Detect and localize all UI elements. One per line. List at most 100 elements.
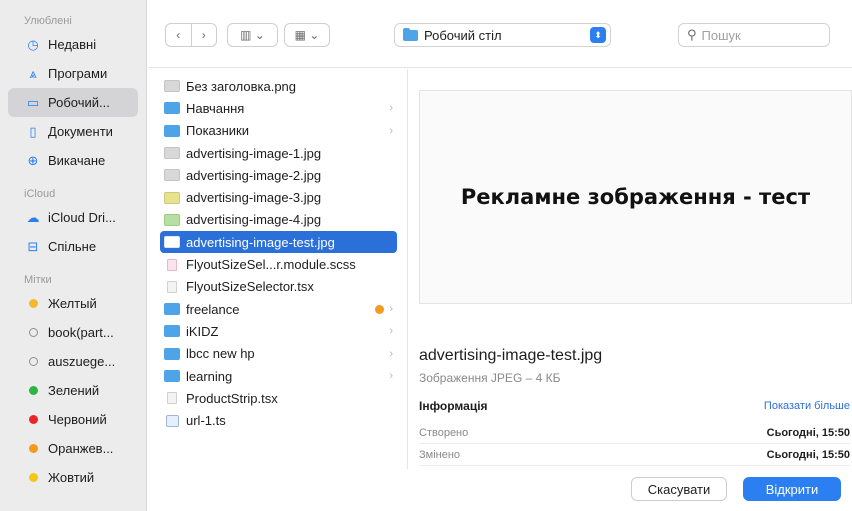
- group-by-button[interactable]: ▦ ⌄: [284, 23, 330, 47]
- info-row: Змінено Сьогодні, 15:50: [419, 444, 850, 466]
- preview-file-name: advertising-image-test.jpg: [419, 347, 603, 364]
- search-input[interactable]: ⚲ Пошук: [678, 23, 830, 47]
- view-mode-button[interactable]: ▥ ⌄: [227, 23, 278, 47]
- code-file-icon: [167, 280, 177, 293]
- chevron-right-icon: ›: [389, 102, 393, 115]
- info-value: Сьогодні, 15:50: [766, 426, 850, 439]
- file-row[interactable]: advertising-image-2.jpg: [160, 164, 397, 186]
- file-row[interactable]: advertising-image-1.jpg: [160, 142, 397, 164]
- file-row[interactable]: advertising-image-4.jpg: [160, 209, 397, 231]
- show-more-link[interactable]: Показати більше: [764, 400, 850, 412]
- location-label: Робочий стіл: [424, 27, 502, 43]
- image-file-icon: [164, 236, 180, 249]
- file-row[interactable]: learning ›: [160, 365, 397, 387]
- file-name: advertising-image-test.jpg: [186, 234, 335, 250]
- clock-icon: ◷: [27, 36, 39, 52]
- file-name: lbcc new hp: [186, 346, 255, 362]
- sidebar-item[interactable]: ▭ Робочий...: [8, 88, 138, 117]
- code-file-icon: [166, 414, 179, 427]
- preview-image-text: Рекламне зображення - тест: [460, 185, 811, 209]
- file-row[interactable]: ProductStrip.tsx: [160, 387, 397, 409]
- forward-button[interactable]: ›: [192, 24, 217, 46]
- chevron-right-icon: ›: [389, 325, 393, 338]
- file-row[interactable]: Навчання ›: [160, 97, 397, 119]
- file-row[interactable]: url-1.ts: [160, 409, 397, 431]
- tag-color-dot-icon: [24, 473, 42, 482]
- file-row[interactable]: advertising-image-test.jpg: [160, 231, 397, 254]
- navigation-buttons: ‹ ›: [165, 23, 217, 47]
- tag-color-dot-icon: [24, 299, 42, 308]
- file-row[interactable]: FlyoutSizeSel...r.module.scss: [160, 253, 397, 275]
- code-file-icon: [167, 258, 177, 271]
- folder-icon: [403, 27, 418, 41]
- dropdown-stepper-icon: ⬍: [590, 27, 606, 43]
- preview-file-kind: Зображення JPEG – 4 КБ: [419, 371, 561, 385]
- info-label: Створено: [419, 426, 469, 439]
- image-file-icon: [164, 213, 180, 226]
- favorites-section-title: Улюблені: [24, 15, 72, 27]
- file-list: Без заголовка.png Навчання › Показники › adve…: [148, 69, 408, 469]
- file-name: freelance: [186, 301, 240, 317]
- sidebar-tag-label: Оранжев...: [48, 441, 114, 456]
- image-file-icon: [164, 147, 180, 160]
- shared-folder-icon: ⊟: [27, 238, 39, 254]
- file-row[interactable]: lbcc new hp ›: [160, 343, 397, 365]
- sidebar-tag-item[interactable]: Червоний: [8, 405, 138, 434]
- file-row[interactable]: advertising-image-3.jpg: [160, 186, 397, 208]
- sidebar-tag-label: Червоний: [48, 412, 107, 427]
- info-label: Змінено: [419, 448, 461, 461]
- file-name: iKIDZ: [186, 323, 219, 339]
- sidebar-tag-item[interactable]: Оранжев...: [8, 434, 138, 463]
- cloud-icon: ☁: [26, 209, 40, 225]
- sidebar-item[interactable]: ◷ Недавні: [8, 30, 138, 59]
- tag-color-dot-icon: [24, 415, 42, 424]
- tags-section-title: Мітки: [24, 274, 52, 286]
- sidebar-item-label: Документи: [48, 124, 113, 139]
- sidebar-tag-item[interactable]: book(part...: [8, 318, 138, 347]
- file-row[interactable]: Показники ›: [160, 120, 397, 142]
- sidebar-tag-item[interactable]: Зелений: [8, 376, 138, 405]
- back-button[interactable]: ‹: [166, 24, 192, 46]
- image-file-icon: [164, 80, 180, 93]
- sidebar-item[interactable]: ⊕ Викачане: [8, 146, 138, 175]
- sidebar-item-label: Спільне: [48, 239, 97, 254]
- file-name: Показники: [186, 123, 249, 139]
- sidebar-tag-item[interactable]: Жовтий: [8, 463, 138, 492]
- file-name: FlyoutSizeSel...r.module.scss: [186, 257, 356, 273]
- sidebar-item[interactable]: ☁ iCloud Dri...: [8, 203, 138, 232]
- sidebar-tag-label: Зелений: [48, 383, 100, 398]
- sidebar-item-label: Недавні: [48, 37, 97, 52]
- file-row[interactable]: Без заголовка.png: [160, 75, 397, 97]
- tag-color-dot-icon: [24, 357, 42, 366]
- cancel-button[interactable]: Скасувати: [631, 477, 727, 501]
- tags-list: Желтый book(part... auszuege... Зелений Черв…: [0, 289, 146, 492]
- image-file-icon: [164, 191, 180, 204]
- location-dropdown[interactable]: Робочий стіл ⬍: [394, 23, 611, 47]
- file-row[interactable]: iKIDZ ›: [160, 320, 397, 342]
- info-value: Сьогодні, 15:50: [766, 448, 850, 461]
- chevron-right-icon: ›: [389, 370, 393, 382]
- file-name: Навчання: [186, 100, 245, 116]
- open-button[interactable]: Відкрити: [743, 477, 841, 501]
- sidebar-item-label: Робочий...: [48, 95, 110, 110]
- download-icon: ⊕: [27, 152, 39, 168]
- sidebar-item-label: Програми: [48, 66, 108, 81]
- info-title: Інформація: [419, 399, 488, 413]
- sidebar-item[interactable]: ▯ Документи: [8, 117, 138, 146]
- sidebar-tag-item[interactable]: Желтый: [8, 289, 138, 318]
- file-row[interactable]: freelance ›: [160, 298, 397, 320]
- orange-tag-dot-icon: [375, 304, 385, 314]
- preview-pane: Рекламне зображення - тест advertising-i…: [409, 69, 852, 469]
- sidebar-tag-item[interactable]: auszuege...: [8, 347, 138, 376]
- tag-color-dot-icon: [24, 328, 42, 337]
- icloud-list: ☁ iCloud Dri... ⊟ Спільне: [0, 203, 146, 261]
- search-placeholder: Пошук: [701, 27, 741, 43]
- file-name: advertising-image-3.jpg: [186, 190, 322, 206]
- favorites-list: ◷ Недавні ⩓ Програми ▭ Робочий... ▯ Документи ⊕ В…: [0, 30, 146, 175]
- sidebar-item[interactable]: ⊟ Спільне: [8, 232, 138, 261]
- file-row[interactable]: FlyoutSizeSelector.tsx: [160, 276, 397, 298]
- search-icon: ⚲: [687, 27, 697, 42]
- file-name: advertising-image-2.jpg: [186, 167, 322, 183]
- sidebar-item[interactable]: ⩓ Програми: [8, 59, 138, 88]
- sidebar: Улюблені ◷ Недавні ⩓ Програми ▭ Робочий... ▯ До…: [0, 0, 147, 511]
